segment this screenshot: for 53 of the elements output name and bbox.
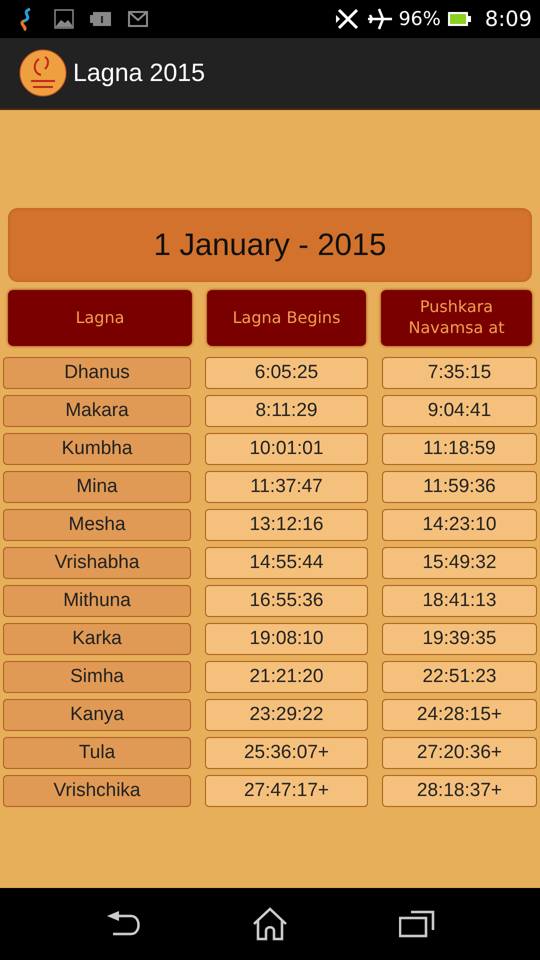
table-cell: 11:59:36 bbox=[382, 471, 537, 503]
table-cell: Karka bbox=[3, 623, 192, 655]
table-cell: Vrishabha bbox=[3, 547, 192, 579]
recent-apps-icon[interactable] bbox=[398, 910, 435, 938]
airplane-icon bbox=[366, 7, 393, 31]
table-cell: Simha bbox=[3, 661, 192, 693]
clock-time: 8:09 bbox=[484, 7, 532, 31]
mail-icon bbox=[128, 11, 148, 27]
table-cell: 8:11:29 bbox=[205, 395, 368, 427]
table-cell: Vrishchika bbox=[3, 775, 192, 807]
table-cell: 19:08:10 bbox=[205, 623, 368, 655]
table-cell: Kanya bbox=[3, 699, 192, 731]
table-cell: 14:55:44 bbox=[205, 547, 368, 579]
date-banner: 1 January - 2015 bbox=[8, 208, 532, 282]
table-cell: 7:35:15 bbox=[382, 357, 537, 389]
table-cell: Mina bbox=[3, 471, 192, 503]
table-cell: 22:51:23 bbox=[382, 661, 537, 693]
column-header: Lagna bbox=[8, 290, 192, 346]
app-title: Lagna 2015 bbox=[73, 58, 206, 88]
battery-percent: 96% bbox=[398, 8, 441, 30]
table-cell: Tula bbox=[3, 737, 192, 769]
table-cell: 6:05:25 bbox=[205, 357, 368, 389]
battery-icon bbox=[446, 11, 471, 27]
table-cell: 16:55:36 bbox=[205, 585, 368, 617]
table-cell: 24:28:15+ bbox=[382, 699, 537, 731]
table-cell: 14:23:10 bbox=[382, 509, 537, 541]
column-header: Pushkara Navamsa at bbox=[381, 290, 532, 346]
table-cell: Mesha bbox=[3, 509, 192, 541]
table-cell: Makara bbox=[3, 395, 192, 427]
table-cell: 11:37:47 bbox=[205, 471, 368, 503]
image-icon bbox=[54, 9, 74, 29]
table-cell: Kumbha bbox=[3, 433, 192, 465]
table-cell: 21:21:20 bbox=[205, 661, 368, 693]
table-cell: 13:12:16 bbox=[205, 509, 368, 541]
table-cell: Mithuna bbox=[3, 585, 192, 617]
table-cell: 15:49:32 bbox=[382, 547, 537, 579]
table-cell: 9:04:41 bbox=[382, 395, 537, 427]
home-icon[interactable] bbox=[252, 907, 288, 941]
table-cell: 27:47:17+ bbox=[205, 775, 368, 807]
table-cell: 10:01:01 bbox=[205, 433, 368, 465]
table-cell: 18:41:13 bbox=[382, 585, 537, 617]
table-cell: 19:39:35 bbox=[382, 623, 537, 655]
info-card-icon bbox=[90, 11, 112, 27]
table-cell: 28:18:37+ bbox=[382, 775, 537, 807]
table-cell: 23:29:22 bbox=[205, 699, 368, 731]
table-cell: 25:36:07+ bbox=[205, 737, 368, 769]
vibrate-off-icon bbox=[334, 7, 361, 31]
column-header: Lagna Begins bbox=[207, 290, 366, 346]
table-cell: 11:18:59 bbox=[382, 433, 537, 465]
table-cell: 27:20:36+ bbox=[382, 737, 537, 769]
back-icon[interactable] bbox=[105, 910, 142, 938]
app-logo-icon[interactable] bbox=[19, 49, 67, 97]
table-cell: Dhanus bbox=[3, 357, 192, 389]
